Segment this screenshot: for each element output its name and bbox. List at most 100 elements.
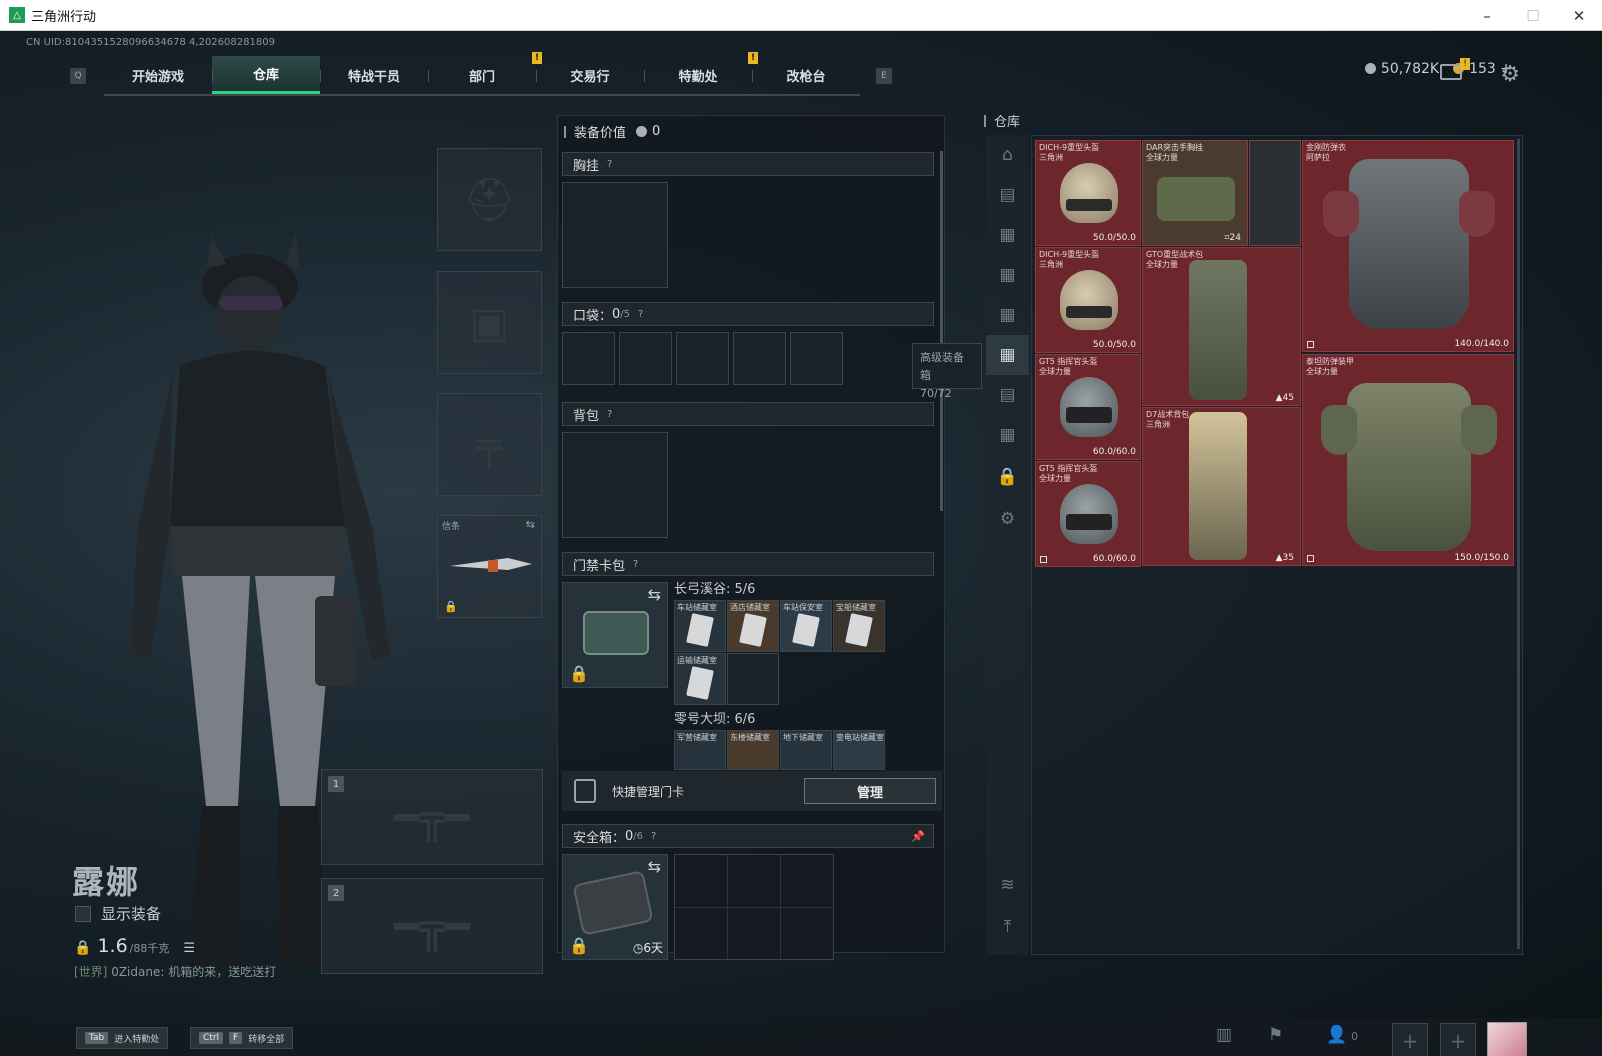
warehouse-item[interactable]: DAR突击手胸挂 全球力量 ⌗24 — [1142, 140, 1248, 246]
item-name: GT5 指挥官头盔 全球力量 — [1039, 464, 1097, 484]
keycard-item[interactable]: 地下储藏室 — [780, 730, 832, 770]
category-6-icon[interactable]: ▦ — [986, 255, 1029, 295]
tab-gunsmith[interactable]: 改枪台 — [752, 56, 860, 94]
item-faction: 阿萨拉 — [1306, 153, 1330, 162]
keycard-item[interactable]: 车站保安室 — [780, 600, 832, 652]
swap-icon[interactable]: ⇆ — [648, 585, 661, 604]
player-avatar[interactable] — [1487, 1022, 1527, 1056]
pocket-slot[interactable] — [562, 332, 615, 385]
layers-icon[interactable]: ≋ — [986, 865, 1029, 905]
safebox-cell[interactable] — [781, 855, 833, 907]
keycard-case-slot[interactable]: ⇆ 🔒 — [562, 582, 668, 688]
mail-icon[interactable]: ! — [1440, 58, 1470, 80]
safebox-cell[interactable] — [728, 855, 780, 907]
category-all-icon[interactable]: ⌂ — [986, 135, 1029, 175]
item-name: DAR突击手胸挂 全球力量 — [1146, 143, 1203, 163]
safebox-cell[interactable] — [781, 907, 833, 959]
backpack-slot[interactable] — [562, 432, 668, 538]
warehouse-empty-cell[interactable] — [1249, 140, 1301, 246]
keycard-name: 运输储藏室 — [677, 656, 717, 665]
keycard-case-icon — [583, 611, 649, 655]
pistol-slot[interactable]: ╤ — [437, 393, 542, 496]
secondary-weapon-slot[interactable]: 2 ━╦━ — [321, 878, 543, 974]
safebox-cell[interactable] — [675, 855, 727, 907]
warehouse-item[interactable]: 泰坦防弹装甲 全球力量 150.0/150.0 — [1302, 354, 1514, 566]
help-icon[interactable]: ? — [651, 831, 656, 842]
tab-operators[interactable]: 特战干员 — [320, 56, 428, 94]
swap-icon[interactable]: ⇆ — [648, 857, 661, 876]
keycard-empty-slot[interactable] — [727, 653, 779, 705]
helmet-slot[interactable]: ⛑ — [437, 148, 542, 251]
swap-icon[interactable]: ⇆ — [526, 518, 535, 531]
flag-icon[interactable]: ⚑ — [1268, 1025, 1283, 1045]
safebox-cell[interactable] — [675, 907, 727, 959]
tab-warehouse[interactable]: 仓库 — [212, 56, 320, 94]
category-9-icon[interactable]: ▤ — [986, 375, 1029, 415]
show-equipment-checkbox[interactable] — [75, 905, 91, 922]
game-viewport: CN UID:8104351528096634678 4,20260828180… — [0, 31, 1602, 1056]
warehouse-item[interactable]: GT5 指挥官头盔 全球力量 60.0/60.0 — [1035, 461, 1141, 567]
category-8-icon[interactable]: ▦ — [986, 335, 1029, 375]
keycard-icon — [845, 613, 873, 647]
warehouse-item[interactable]: GTO重型战术包 全球力量 ▲45 — [1142, 247, 1301, 406]
warehouse-item[interactable]: D7战术背包 三角洲 ▲35 — [1142, 407, 1301, 566]
help-icon[interactable]: ? — [633, 559, 638, 570]
add-teammate-button[interactable]: + — [1392, 1023, 1428, 1056]
keycard-item[interactable]: 军营储藏室 — [674, 730, 726, 770]
warehouse-item[interactable]: DICH-9重型头盔 三角洲 50.0/50.0 — [1035, 247, 1141, 353]
help-icon[interactable]: ? — [638, 309, 643, 320]
melee-slot[interactable]: 信条 ⇆ 🔒 — [437, 515, 542, 618]
settings-gear-icon[interactable]: ⚙ — [986, 499, 1029, 539]
lock-icon[interactable]: 🔒 — [986, 457, 1029, 497]
pocket-slot[interactable] — [619, 332, 672, 385]
keycard-item[interactable]: 车站储藏室 — [674, 600, 726, 652]
warehouse-scrollbar[interactable] — [1517, 139, 1520, 949]
close-button[interactable]: ✕ — [1556, 0, 1602, 31]
help-icon[interactable]: ? — [607, 409, 612, 420]
panel-scrollbar[interactable] — [940, 151, 943, 511]
category-5-icon[interactable]: ▦ — [986, 215, 1029, 255]
friends-icon[interactable]: 👤 0 — [1326, 1025, 1358, 1045]
category-7-icon[interactable]: ▦ — [986, 295, 1029, 335]
quick-manage-bar: 快捷管理门卡 管理 — [562, 771, 942, 811]
minimize-button[interactable]: – — [1464, 0, 1510, 31]
warehouse-item[interactable]: 金刚防弹衣 阿萨拉 140.0/140.0 — [1302, 140, 1514, 352]
tab-special-ops[interactable]: 特勤处! — [644, 52, 758, 94]
chat-channel: [世界] — [74, 965, 108, 979]
pocket-slot[interactable] — [790, 332, 843, 385]
transfer-all-hint[interactable]: Ctrl F 转移全部 — [190, 1027, 294, 1049]
safebox-slot[interactable]: ⇆ 🔒 ◷6天 — [562, 854, 668, 960]
keycard-item[interactable]: 运输储藏室 — [674, 653, 726, 705]
chest-rig-slot[interactable] — [562, 182, 668, 288]
help-icon[interactable]: ? — [607, 159, 612, 170]
warehouse-item[interactable]: GT5 指挥官头盔 全球力量 60.0/60.0 — [1035, 354, 1141, 460]
keycard-item[interactable]: 酒店储藏室 — [727, 600, 779, 652]
safebox-cell[interactable] — [728, 907, 780, 959]
keycard-item[interactable]: 变电站储藏室 — [833, 730, 885, 770]
enter-special-ops-hint[interactable]: Tab 进入特勤处 — [76, 1027, 169, 1049]
show-equipment-toggle[interactable]: 显示装备 — [75, 903, 161, 924]
add-teammate-button[interactable]: + — [1440, 1023, 1476, 1056]
list-icon[interactable]: ☰ — [183, 941, 195, 956]
lock-icon: 🔒 — [444, 600, 458, 613]
maximize-button[interactable]: ☐ — [1510, 0, 1556, 31]
keycard-item[interactable]: 东楼储藏室 — [727, 730, 779, 770]
expand-icon[interactable]: ⤒ — [986, 907, 1029, 947]
settings-gear-icon[interactable]: ⚙ — [1500, 62, 1520, 87]
warehouse-item[interactable]: DICH-9重型头盔 三角洲 50.0/50.0 — [1035, 140, 1141, 246]
primary-weapon-slot[interactable]: 1 ━╦━ — [321, 769, 543, 865]
tab-department[interactable]: 部门! — [428, 52, 542, 94]
armor-slot[interactable]: ▣ — [437, 271, 542, 374]
stats-icon[interactable]: ▥ — [1216, 1025, 1232, 1045]
keycard-item[interactable]: 宝船储藏室 — [833, 600, 885, 652]
tab-start-game[interactable]: 开始游戏 — [104, 56, 212, 94]
item-title: DICH-9重型头盔 — [1039, 250, 1100, 259]
manage-button[interactable]: 管理 — [804, 778, 936, 804]
pin-icon[interactable]: 📌 — [911, 830, 925, 843]
tab-trade[interactable]: 交易行 — [536, 56, 644, 94]
uid-label: CN UID:8104351528096634678 4,20260828180… — [26, 37, 275, 48]
category-4-icon[interactable]: ▤ — [986, 175, 1029, 215]
category-10-icon[interactable]: ▦ — [986, 415, 1029, 455]
pocket-slot[interactable] — [676, 332, 729, 385]
pocket-slot[interactable] — [733, 332, 786, 385]
